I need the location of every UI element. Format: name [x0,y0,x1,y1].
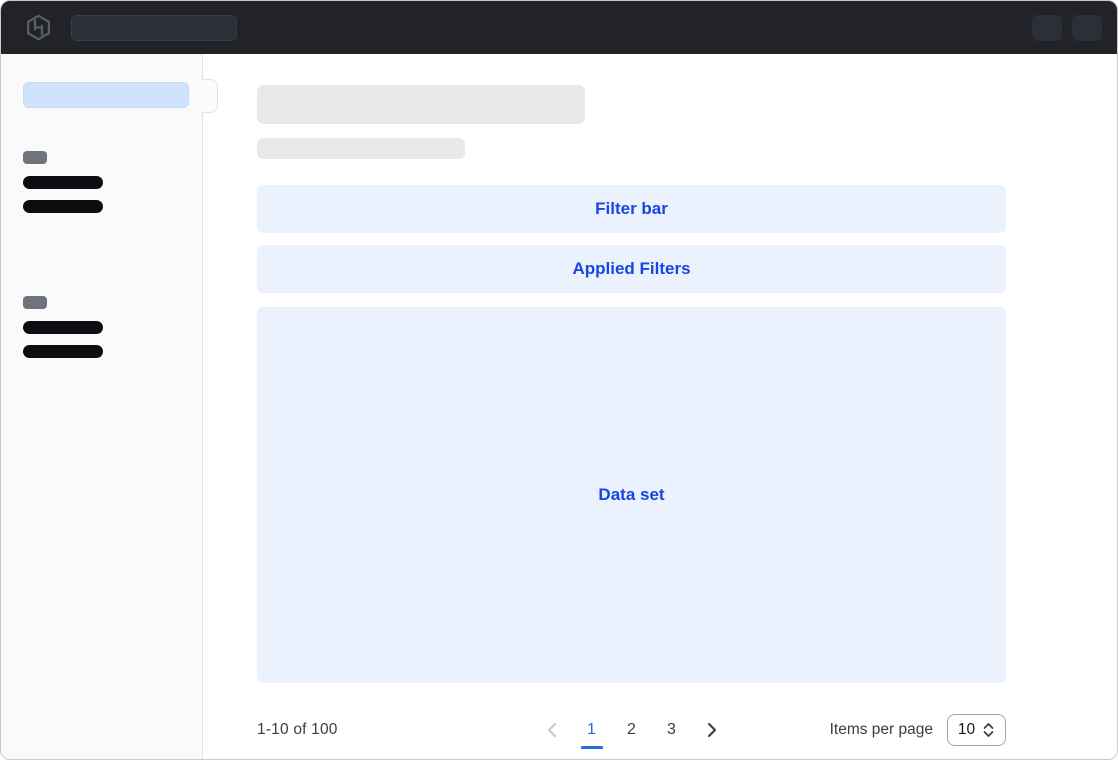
sidebar-nav-group [1,296,202,358]
items-per-page-label: Items per page [830,721,933,739]
navbar-action-placeholder-1[interactable] [1032,15,1062,41]
sidebar-group-title-skeleton [23,151,47,164]
data-set-label: Data set [598,485,664,505]
chevron-right-icon [706,722,718,738]
pagination-bar: 1-10 of 100 1 2 3 [257,707,1006,753]
pagination-range-label: 1-10 of 100 [257,721,532,739]
items-per-page-select[interactable]: 10 [947,714,1006,746]
page-button-1[interactable]: 1 [572,710,612,750]
chevron-left-icon [546,722,558,738]
top-navbar [1,1,1117,54]
caret-updown-icon [982,722,995,738]
applied-filters-section: Applied Filters [257,245,1006,293]
sidebar [1,54,203,760]
sidebar-nav-item-skeleton [23,176,103,189]
navbar-actions [1032,15,1102,41]
navbar-action-placeholder-2[interactable] [1072,15,1102,41]
prev-page-button[interactable] [532,710,572,750]
pager: 1 2 3 [532,710,732,750]
main-content: Filter bar Applied Filters Data set 1-10… [203,54,1117,760]
app-window: Filter bar Applied Filters Data set 1-10… [0,0,1118,760]
next-page-button[interactable] [692,710,732,750]
sidebar-toggle-button[interactable] [202,79,218,113]
applied-filters-label: Applied Filters [572,259,690,279]
data-set-section: Data set [257,307,1006,683]
filter-bar-section: Filter bar [257,185,1006,233]
page-title-skeleton [257,85,585,124]
page-button-3[interactable]: 3 [652,710,692,750]
sidebar-group-title-skeleton [23,296,47,309]
sidebar-nav-item-skeleton [23,345,103,358]
filter-bar-label: Filter bar [595,199,668,219]
hashicorp-logo-icon [25,14,52,41]
sidebar-nav-group [1,151,202,213]
items-per-page-control: Items per page 10 [732,714,1007,746]
navbar-search-placeholder[interactable] [71,15,237,41]
page-button-2[interactable]: 2 [612,710,652,750]
sidebar-selected-item-skeleton [23,82,189,108]
page-subtitle-skeleton [257,138,465,159]
sidebar-nav-item-skeleton [23,321,103,334]
sidebar-nav-item-skeleton [23,200,103,213]
items-per-page-value: 10 [958,721,975,739]
